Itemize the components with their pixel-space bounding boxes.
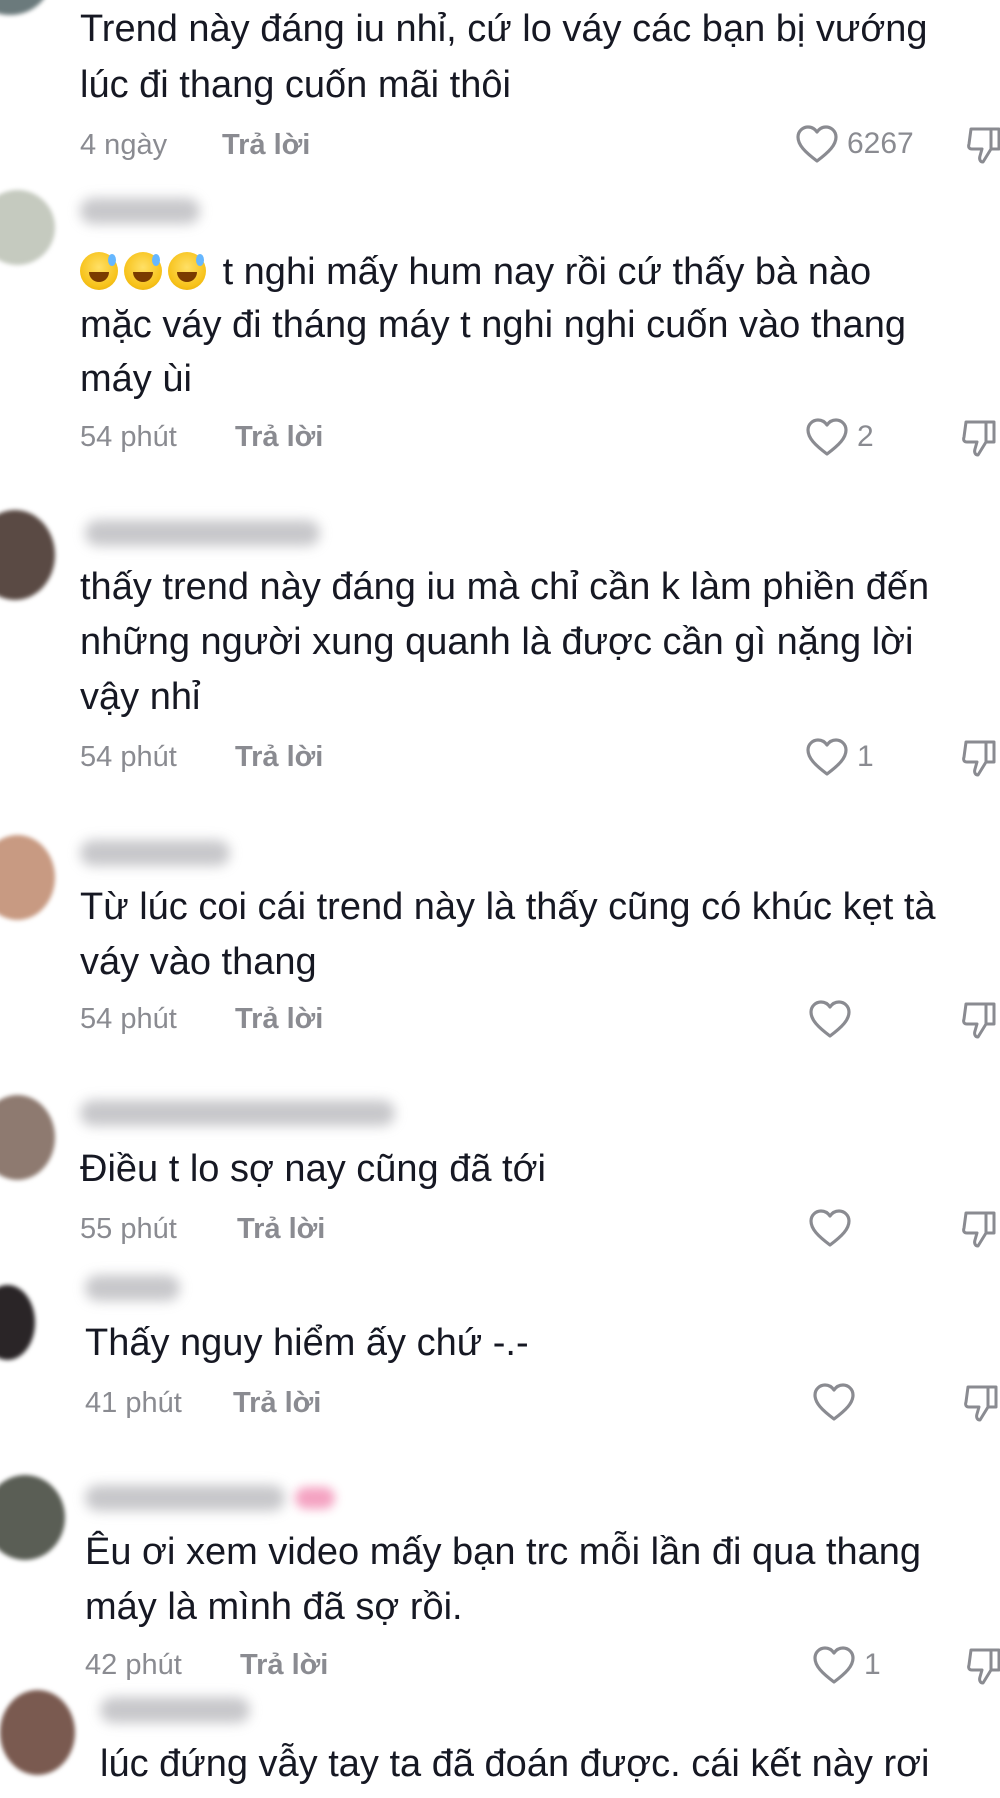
dislike-button[interactable] (960, 1000, 1000, 1040)
like-button[interactable]: 2 (805, 417, 874, 457)
like-button[interactable]: 1 (805, 737, 874, 777)
avatar[interactable] (0, 510, 55, 600)
reply-button[interactable]: Trả lời (237, 1212, 325, 1246)
avatar[interactable] (0, 1690, 75, 1775)
thumbs-down-outline-icon (962, 420, 996, 457)
reply-button[interactable]: Trả lời (233, 1386, 321, 1420)
username[interactable] (80, 840, 230, 866)
avatar[interactable] (0, 1475, 65, 1560)
like-button[interactable] (808, 999, 860, 1039)
grinning-sweat-emoji (168, 252, 206, 290)
thumbs-down-outline-icon (962, 1002, 996, 1039)
comment-text-line: Thấy nguy hiểm ấy chứ -.- (85, 1322, 529, 1364)
comment-text-line: lúc đi thang cuốn mãi thôi (80, 64, 511, 106)
username[interactable] (85, 1275, 180, 1301)
comment-text-line: thấy trend này đáng iu mà chỉ cần k làm … (80, 566, 930, 608)
dislike-button[interactable] (960, 738, 1000, 778)
avatar[interactable] (0, 190, 55, 265)
reply-button[interactable]: Trả lời (222, 128, 310, 162)
heart-outline-icon (806, 418, 848, 456)
dislike-button[interactable] (960, 1209, 1000, 1249)
username-heart-badge (295, 1487, 335, 1509)
reply-button[interactable]: Trả lời (235, 420, 323, 454)
username[interactable] (85, 520, 320, 546)
thumbs-down-outline-icon (967, 1648, 1000, 1685)
comment-text-line: váy vào thang (80, 941, 317, 983)
username[interactable] (100, 1697, 250, 1723)
comment-timestamp: 54 phút (80, 1003, 177, 1035)
comment-text-line: máy ùi (80, 358, 192, 400)
dislike-button[interactable] (965, 1646, 1000, 1686)
comment-timestamp: 54 phút (80, 421, 177, 453)
comment-timestamp: 42 phút (85, 1649, 182, 1681)
like-count: 2 (857, 420, 874, 453)
username[interactable] (80, 1100, 395, 1126)
avatar[interactable] (0, 1095, 55, 1180)
like-button[interactable] (812, 1382, 864, 1422)
reply-button[interactable]: Trả lời (240, 1648, 328, 1682)
thumbs-down-outline-icon (964, 1385, 998, 1422)
grinning-sweat-emoji (124, 252, 162, 290)
heart-outline-icon (813, 1646, 855, 1684)
avatar[interactable] (0, 0, 50, 15)
avatar[interactable] (0, 1285, 35, 1360)
comment-timestamp: 4 ngày (80, 129, 168, 161)
heart-outline-icon (796, 125, 838, 163)
comment-text-line: Êu ơi xem video mấy bạn trc mỗi lần đi q… (85, 1531, 922, 1573)
like-count: 1 (864, 1648, 881, 1681)
comment-timestamp: 54 phút (80, 741, 177, 773)
dislike-button[interactable] (962, 1383, 1000, 1423)
comment-text-line: Điều t lo sợ nay cũng đã tới (80, 1148, 546, 1190)
reply-button[interactable]: Trả lời (235, 740, 323, 774)
heart-outline-icon (813, 1383, 855, 1421)
comment-text: t nghi mấy hum nay rồi cứ thấy bà nào (222, 251, 872, 293)
like-button[interactable]: 1 (812, 1645, 881, 1685)
username[interactable] (80, 198, 200, 224)
comment-text-line: lúc đứng vẫy tay ta đã đoán được. cái kế… (100, 1743, 930, 1785)
like-count: 1 (857, 740, 874, 773)
username[interactable] (85, 1485, 285, 1511)
reply-button[interactable]: Trả lời (235, 1002, 323, 1036)
comment-timestamp: 55 phút (80, 1213, 177, 1245)
grinning-sweat-emoji (80, 252, 118, 290)
thumbs-down-outline-icon (967, 127, 1000, 164)
thumbs-down-outline-icon (962, 1211, 996, 1248)
comment-timestamp: 41 phút (85, 1387, 182, 1419)
heart-outline-icon (809, 1000, 851, 1038)
comment-text-line: Từ lúc coi cái trend này là thấy cũng có… (80, 886, 936, 928)
comment-text-line: những người xung quanh là được cần gì nặ… (80, 621, 914, 663)
comment-text-line: vậy nhỉ (80, 676, 201, 718)
comment-text-line: Trend này đáng iu nhỉ, cứ lo váy các bạn… (80, 8, 928, 50)
comment-text-line: mặc váy đi tháng máy t nghi nghi cuốn và… (80, 304, 906, 346)
dislike-button[interactable] (960, 418, 1000, 458)
heart-outline-icon (809, 1209, 851, 1247)
thumbs-down-outline-icon (962, 740, 996, 777)
dislike-button[interactable] (965, 125, 1000, 165)
like-button[interactable] (808, 1208, 860, 1248)
like-count: 6267 (847, 127, 914, 160)
comment-text-line: t nghi mấy hum nay rồi cứ thấy bà nào (80, 245, 871, 299)
comment-text-line: máy là mình đã sợ rồi. (85, 1586, 463, 1628)
heart-outline-icon (806, 738, 848, 776)
like-button[interactable]: 6267 (795, 124, 914, 164)
avatar[interactable] (0, 835, 55, 920)
